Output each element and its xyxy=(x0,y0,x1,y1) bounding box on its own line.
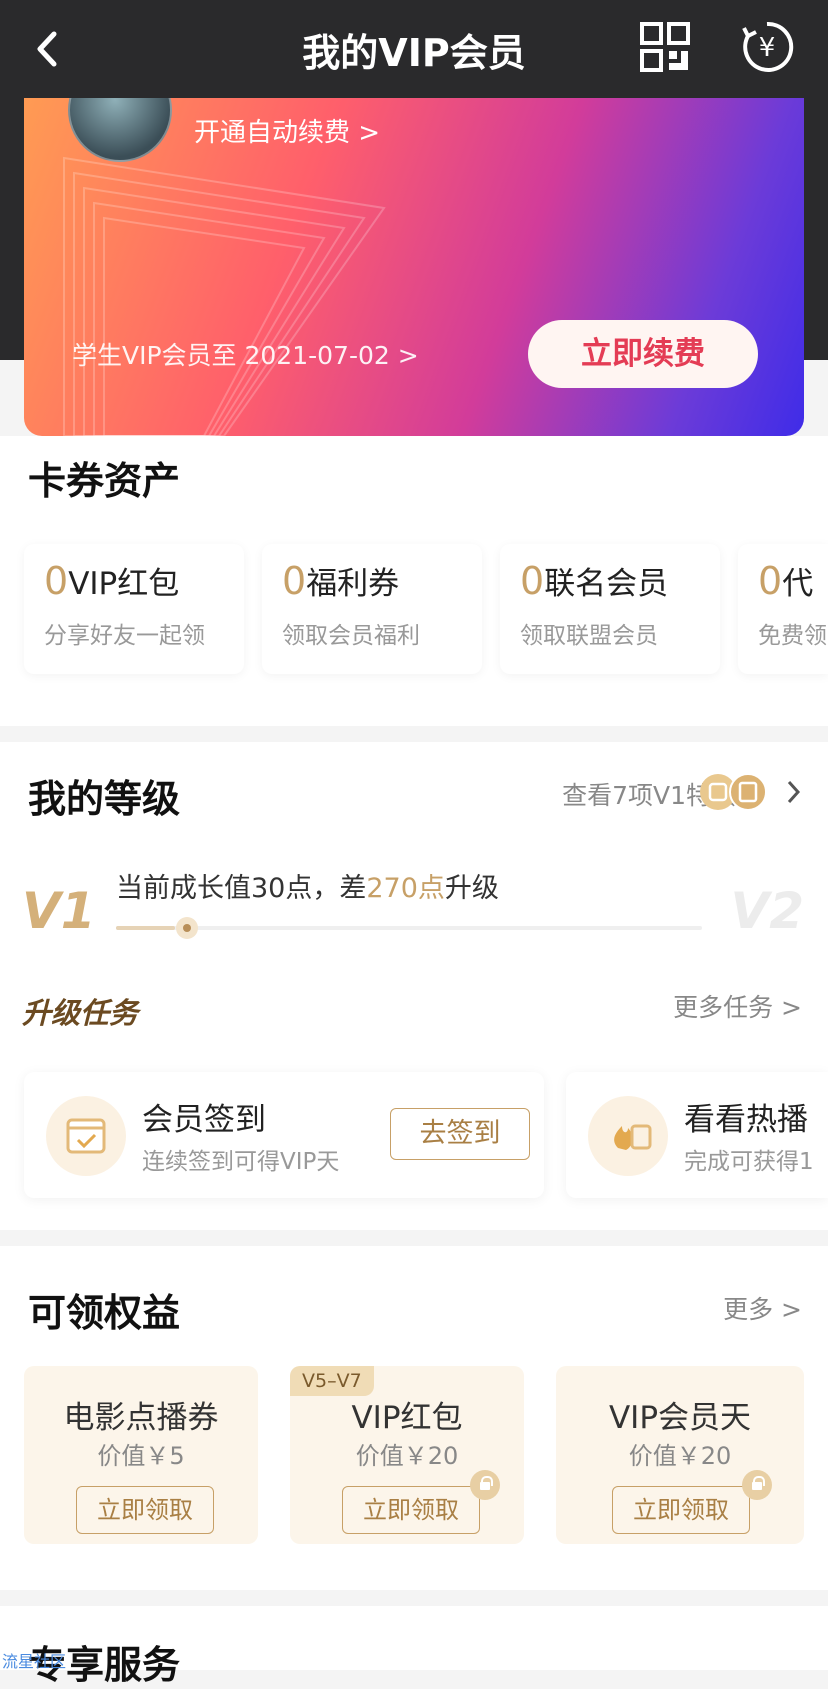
asset-subtitle: 免费领 xyxy=(758,623,827,649)
benefit-value: 价值￥20 xyxy=(628,1442,732,1470)
upgrade-tasks-title: 升级任务 xyxy=(22,996,139,1030)
assets-section: 卡券资产 0VIP红包 分享好友一起领 0福利券 领取会员福利 0联名会员 领取… xyxy=(0,436,828,726)
task-card-checkin: 会员签到 连续签到可得VIP天 去签到 xyxy=(24,1072,544,1198)
growth-prefix: 当前成长值30点，差 xyxy=(116,873,367,904)
membership-expiry-link[interactable]: 学生VIP会员至 2021-07-02 > xyxy=(72,336,419,372)
asset-name: 福利券 xyxy=(306,566,400,602)
navigation-bar: 我的VIP会员 ¥ xyxy=(0,0,828,98)
section-title: 我的等级 xyxy=(28,777,181,821)
renew-button[interactable]: 立即续费 xyxy=(528,320,758,388)
next-level: V2 xyxy=(730,882,805,940)
asset-partial[interactable]: 0代 免费领 xyxy=(738,544,828,674)
yuan-refresh-icon: ¥ xyxy=(742,21,794,72)
asset-count: 0 xyxy=(44,559,69,603)
asset-welfare-coupon[interactable]: 0福利券 领取会员福利 xyxy=(262,544,482,674)
page-title: 我的VIP会员 xyxy=(302,31,526,75)
more-benefits-link[interactable]: 更多 > xyxy=(723,1290,802,1326)
growth-suffix: 升级 xyxy=(444,873,499,904)
progress-marker xyxy=(176,917,198,939)
claim-button[interactable]: 立即领取 xyxy=(612,1486,750,1534)
more-tasks-link[interactable]: 更多任务 > xyxy=(673,988,802,1024)
asset-subtitle: 领取会员福利 xyxy=(282,623,420,649)
lock-icon xyxy=(470,1470,500,1500)
task-name: 看看热播 xyxy=(684,1102,808,1138)
fire-video-icon xyxy=(588,1096,668,1176)
qrcode-icon xyxy=(640,22,690,72)
asset-cobrand-membership[interactable]: 0联名会员 领取联盟会员 xyxy=(500,544,720,674)
section-title: 可领权益 xyxy=(28,1291,181,1335)
benefits-section: 可领权益 更多 > 电影点播券 价值￥5 立即领取 V5–V7 VIP红包 价值… xyxy=(0,1246,828,1590)
benefit-name: 电影点播券 xyxy=(63,1400,219,1436)
benefit-card: 电影点播券 价值￥5 立即领取 xyxy=(24,1366,258,1544)
asset-subtitle: 领取联盟会员 xyxy=(520,623,658,649)
watermark: 流星社区 xyxy=(2,1652,67,1671)
asset-name: 代 xyxy=(782,566,814,602)
svg-text:¥: ¥ xyxy=(759,33,776,63)
claim-button[interactable]: 立即领取 xyxy=(76,1486,214,1534)
coin-button[interactable]: ¥ xyxy=(740,20,794,74)
level-section: 我的等级 查看7项V1特权 V1 V2 当前成长值30点，差270点升级 升级任… xyxy=(0,742,828,1230)
growth-progress-bar xyxy=(116,926,702,930)
growth-gap: 270点 xyxy=(366,873,445,904)
qrcode-button[interactable] xyxy=(640,22,690,72)
auto-renew-link[interactable]: 开通自动续费 > xyxy=(194,112,380,149)
services-section: 专享服务 xyxy=(0,1606,828,1687)
benefit-name: VIP红包 xyxy=(351,1400,463,1436)
section-title: 卡券资产 xyxy=(28,459,181,503)
progress-fill xyxy=(116,926,175,930)
benefit-card: V5–V7 VIP红包 价值￥20 立即领取 xyxy=(290,1366,524,1544)
benefit-name: VIP会员天 xyxy=(608,1400,752,1436)
task-subtitle: 完成可获得1 xyxy=(684,1149,814,1175)
task-subtitle: 连续签到可得VIP天 xyxy=(142,1149,340,1175)
asset-vip-redpacket[interactable]: 0VIP红包 分享好友一起领 xyxy=(24,544,244,674)
benefit-card: VIP会员天 价值￥20 立即领取 xyxy=(556,1366,804,1544)
asset-count: 0 xyxy=(758,559,783,603)
asset-name: 联名会员 xyxy=(544,566,669,602)
growth-text: 当前成长值30点，差270点升级 xyxy=(116,866,499,905)
asset-name: VIP红包 xyxy=(68,566,180,602)
vip-card: 开通自动续费 > 学生VIP会员至 2021-07-02 > 立即续费 xyxy=(24,98,804,436)
calendar-check-icon xyxy=(46,1096,126,1176)
benefit-value: 价值￥5 xyxy=(97,1442,185,1470)
benefit-value: 价值￥20 xyxy=(355,1442,459,1470)
lock-icon xyxy=(742,1470,772,1500)
task-card-watch[interactable]: 看看热播 完成可获得1 xyxy=(566,1072,828,1198)
claim-button[interactable]: 立即领取 xyxy=(342,1486,480,1534)
chevron-right-icon xyxy=(787,780,801,804)
privilege-badges-icon xyxy=(700,773,767,811)
asset-count: 0 xyxy=(282,559,307,603)
asset-count: 0 xyxy=(520,559,545,603)
task-name: 会员签到 xyxy=(142,1102,266,1138)
checkin-button[interactable]: 去签到 xyxy=(390,1108,530,1160)
current-level: V1 xyxy=(22,882,96,940)
asset-subtitle: 分享好友一起领 xyxy=(44,623,205,649)
